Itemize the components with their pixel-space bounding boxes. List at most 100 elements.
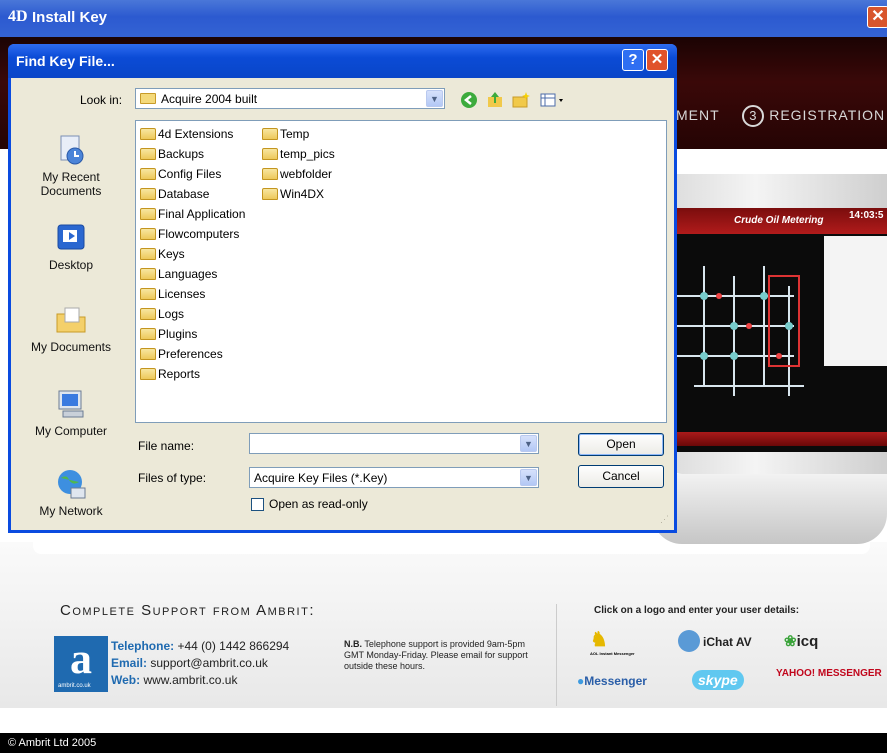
view-menu-button[interactable] (539, 91, 567, 111)
outer-titlebar: 4D Install Key ✕ (0, 0, 887, 37)
place-my-network[interactable]: My Network (11, 468, 131, 518)
aim-logo[interactable]: ♞ AOL Instant Messenger (590, 629, 635, 657)
cancel-button-label: Cancel (602, 469, 640, 483)
up-folder-button[interactable] (485, 91, 505, 111)
email-line: Email: support@ambrit.co.uk (111, 656, 268, 670)
my-network-icon (58, 470, 86, 499)
chevron-down-icon[interactable]: ▼ (426, 90, 443, 107)
folder-icon (140, 93, 156, 104)
help-button[interactable]: ? (622, 49, 644, 71)
list-item[interactable]: Languages (140, 267, 217, 281)
new-folder-icon (512, 92, 530, 108)
support-divider (556, 604, 557, 706)
folder-icon (140, 268, 156, 280)
list-item-label: 4d Extensions (158, 127, 234, 141)
msn-label: Messenger (584, 674, 647, 688)
desktop-icon (57, 224, 85, 250)
list-item-label: Reports (158, 367, 201, 381)
place-my-recent-documents[interactable]: My Recent Documents (11, 134, 131, 198)
icq-logo[interactable]: ❀icq (784, 632, 818, 650)
back-button[interactable] (459, 91, 479, 111)
read-only-checkbox[interactable] (251, 498, 264, 511)
list-item[interactable]: Database (140, 187, 209, 201)
place-my-computer[interactable]: My Computer (11, 388, 131, 438)
folder-icon (140, 288, 156, 300)
ambrit-logo-caption: ambrit.co.uk (58, 683, 91, 689)
aim-runner-icon: ♞ (590, 629, 608, 651)
folder-icon (140, 348, 156, 360)
list-item[interactable]: 4d Extensions (140, 127, 233, 141)
list-item[interactable]: Keys (140, 247, 185, 261)
cancel-button[interactable]: Cancel (578, 465, 664, 488)
look-in-dropdown[interactable]: Acquire 2004 built ▼ (135, 88, 445, 109)
banner-menu: MENT 3 REGISTRATION (676, 105, 885, 127)
list-item[interactable]: Logs (140, 307, 184, 321)
file-name-input[interactable]: ▼ (249, 433, 539, 454)
look-in-label: Look in: (80, 93, 123, 107)
list-item-label: Config Files (158, 167, 222, 181)
yahoo-messenger-logo[interactable]: YAHOO! MESSENGER (776, 668, 882, 679)
list-item[interactable]: webfolder (262, 167, 332, 181)
folder-icon (140, 208, 156, 220)
list-item-label: Keys (158, 247, 185, 261)
telephone-line: Telephone: +44 (0) 1442 866294 (111, 639, 289, 653)
list-item-label: webfolder (280, 167, 333, 181)
list-item[interactable]: Preferences (140, 347, 223, 361)
help-icon: ? (628, 51, 638, 68)
registration-step-link[interactable]: REGISTRATION (769, 107, 885, 123)
screen-time: 14:03:5 (849, 210, 884, 221)
icq-flower-icon: ❀ (784, 633, 797, 650)
folder-icon (262, 188, 278, 200)
list-item[interactable]: Temp (262, 127, 309, 141)
view-menu-icon (540, 93, 563, 107)
step-number-badge: 3 (742, 105, 765, 127)
dialog-title: Find Key File... (16, 53, 115, 69)
recent-documents-icon (60, 135, 84, 165)
my-computer-icon (58, 390, 84, 418)
place-my-documents[interactable]: My Documents (11, 304, 131, 354)
dialog-titlebar[interactable]: Find Key File... ? ✕ (8, 44, 677, 78)
list-item[interactable]: Licenses (140, 287, 205, 301)
folder-icon (262, 148, 278, 160)
banner-menu-partial[interactable]: MENT (676, 107, 719, 123)
list-item-label: Win4DX (280, 187, 325, 201)
chevron-down-icon[interactable]: ▼ (520, 435, 537, 452)
place-desktop[interactable]: Desktop (11, 222, 131, 272)
file-list[interactable]: 4d Extensions Backups Config Files Datab… (135, 120, 667, 423)
list-item[interactable]: Config Files (140, 167, 221, 181)
monitor-screen: Crude Oil Metering 14:03:5 (674, 208, 887, 452)
list-item[interactable]: temp_pics (262, 147, 335, 161)
place-label: My Documents (30, 340, 112, 354)
files-of-type-dropdown[interactable]: Acquire Key Files (*.Key) ▼ (249, 467, 539, 488)
new-folder-button[interactable] (511, 91, 531, 111)
list-item[interactable]: Win4DX (262, 187, 324, 201)
web-link[interactable]: www.ambrit.co.uk (143, 673, 237, 687)
telephone-value: +44 (0) 1442 866294 (177, 639, 290, 653)
ambrit-logo-letter: a (70, 634, 92, 683)
list-item[interactable]: Plugins (140, 327, 197, 341)
dialog-close-button[interactable]: ✕ (646, 49, 668, 71)
list-item[interactable]: Backups (140, 147, 204, 161)
ichat-logo[interactable]: iChat AV (678, 630, 752, 652)
list-item[interactable]: Final Application (140, 207, 245, 221)
yahoo-label: YAHOO! MESSENGER (776, 668, 882, 679)
read-only-label[interactable]: Open as read-only (269, 497, 368, 511)
place-label: My Recent Documents (40, 170, 102, 198)
folder-icon (140, 328, 156, 340)
ichat-icon (678, 630, 700, 652)
msn-messenger-logo[interactable]: ●Messenger (577, 674, 647, 688)
resize-grip-icon[interactable]: ⋰ (660, 515, 672, 528)
aim-label: AOL Instant Messenger (590, 651, 635, 656)
open-button[interactable]: Open (578, 433, 664, 456)
files-of-type-value: Acquire Key Files (*.Key) (254, 471, 388, 485)
list-item[interactable]: Reports (140, 367, 200, 381)
list-item[interactable]: Flowcomputers (140, 227, 239, 241)
skype-logo[interactable]: skype (692, 670, 744, 690)
folder-icon (140, 228, 156, 240)
screen-title: Crude Oil Metering (734, 215, 824, 226)
email-label: Email: (111, 656, 148, 670)
email-link[interactable]: support@ambrit.co.uk (150, 656, 268, 670)
list-item-label: Temp (280, 127, 310, 141)
chevron-down-icon[interactable]: ▼ (520, 469, 537, 486)
outer-close-button[interactable]: ✕ (867, 6, 887, 28)
